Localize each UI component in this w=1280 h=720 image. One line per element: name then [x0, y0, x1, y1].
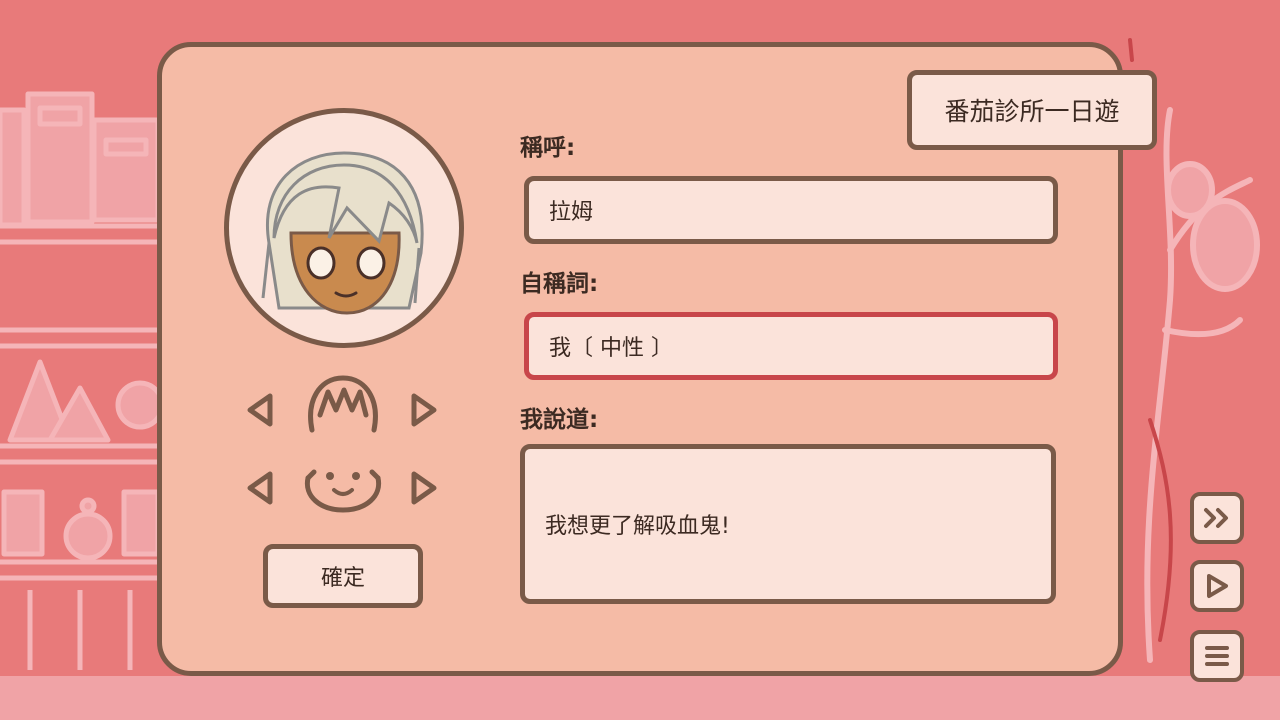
pronoun-selector[interactable]: 我〔 中性 〕: [524, 312, 1058, 380]
pronoun-label: 自稱詞:: [520, 271, 599, 297]
fast-forward-button[interactable]: [1190, 492, 1244, 544]
triangle-left-icon[interactable]: [244, 392, 276, 428]
triangle-right-icon[interactable]: [408, 470, 440, 506]
confirm-button[interactable]: 確定: [263, 544, 423, 608]
menu-icon: [1205, 646, 1229, 666]
pronoun-value: 我〔 中性 〕: [549, 336, 673, 361]
game-title-box: 番茄診所一日遊: [907, 70, 1157, 150]
name-label: 稱呼:: [520, 135, 576, 161]
game-title: 番茄診所一日遊: [944, 97, 1120, 126]
floor: [0, 676, 1280, 720]
avatar-preview: [224, 108, 464, 348]
auto-play-button[interactable]: [1190, 560, 1244, 612]
name-field[interactable]: 拉姆: [524, 176, 1058, 244]
triangle-right-icon[interactable]: [408, 392, 440, 428]
play-icon: [1207, 574, 1228, 598]
triangle-left-icon[interactable]: [244, 470, 276, 506]
character-portrait: [261, 151, 424, 315]
name-value: 拉姆: [549, 200, 594, 225]
hair-icon: [308, 375, 378, 433]
confirm-label: 確定: [320, 566, 365, 591]
speech-label: 我說道:: [520, 407, 599, 433]
fast-forward-icon: [1204, 508, 1228, 528]
speech-value: 我想更了解吸血鬼!: [545, 514, 730, 539]
face-icon: [304, 469, 382, 513]
menu-button[interactable]: [1190, 630, 1244, 682]
speech-textarea[interactable]: 我想更了解吸血鬼!: [520, 444, 1056, 604]
